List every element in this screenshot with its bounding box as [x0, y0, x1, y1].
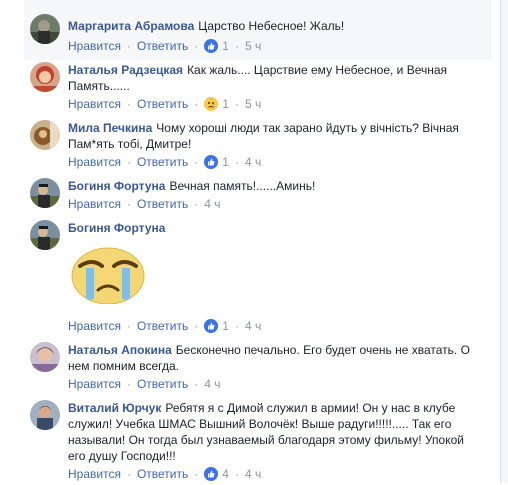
reply-link[interactable]: Ответить	[137, 39, 188, 53]
author-link[interactable]: Виталий Юрчук	[68, 401, 161, 415]
avatar[interactable]	[30, 342, 60, 372]
avatar[interactable]	[30, 220, 60, 250]
reply-link[interactable]: Ответить	[137, 319, 188, 333]
avatar[interactable]	[30, 400, 60, 430]
reply-link[interactable]: Ответить	[137, 97, 188, 111]
comment-actions: Нравится · Ответить · 4 · 4 ч	[68, 467, 262, 481]
like-link[interactable]: Нравится	[68, 97, 121, 111]
author-link[interactable]: Маргарита Абрамова	[68, 19, 194, 33]
comment-text: Царство Небесное! Жаль!	[198, 19, 345, 33]
reply-link[interactable]: Ответить	[137, 377, 188, 391]
like-link[interactable]: Нравится	[68, 197, 121, 211]
thumbs-up-icon[interactable]	[204, 319, 219, 333]
comment-1: Маргарита Абрамова Царство Небесное! Жаль…	[0, 0, 500, 60]
author-link[interactable]: Наталья Апокина	[68, 343, 172, 357]
timestamp[interactable]: 4 ч	[245, 467, 261, 481]
thumbs-up-icon[interactable]	[204, 155, 219, 169]
comment-actions: Нравится · Ответить · 1 · 5 ч	[68, 97, 262, 111]
comment-actions: Нравится · Ответить · 1 · 4 ч	[68, 155, 262, 169]
comment-4: Богиня Фортуна Вечная память!......Аминь!…	[0, 174, 500, 216]
crying-face-sticker	[70, 246, 146, 305]
author-link[interactable]: Наталья Радзецкая	[68, 63, 183, 77]
avatar[interactable]	[30, 14, 60, 44]
avatar[interactable]	[30, 62, 60, 92]
author-link[interactable]: Богиня Фортуна	[68, 179, 165, 193]
reaction-count[interactable]: 1	[222, 319, 229, 333]
timestamp[interactable]: 4 ч	[245, 319, 261, 333]
comment-text: Вечная память!......Аминь!	[169, 179, 316, 193]
author-link[interactable]: Богиня Фортуна	[68, 221, 165, 235]
avatar[interactable]	[30, 178, 60, 208]
comment-actions: Нравится · Ответить · 1 · 5 ч	[68, 39, 262, 53]
scrollbar[interactable]	[501, 0, 508, 483]
like-link[interactable]: Нравится	[68, 377, 121, 391]
comment-body: Виталий Юрчук Ребятя я с Димой служил в а…	[68, 400, 480, 464]
reply-link[interactable]: Ответить	[137, 155, 188, 169]
timestamp[interactable]: 4 ч	[204, 377, 220, 391]
comment-body: Наталья Радзецкая Как жаль.... Царствие е…	[68, 62, 480, 94]
comment-3: Мила Печкина Чому хороші люди так зарано …	[0, 118, 500, 174]
comment-7: Виталий Юрчук Ребятя я с Димой служил в а…	[0, 396, 500, 483]
timestamp[interactable]: 5 ч	[245, 39, 261, 53]
comment-body: Мила Печкина Чому хороші люди так зарано …	[68, 120, 480, 152]
comment-actions: Нравится · Ответить · 4 ч	[68, 377, 221, 391]
timestamp[interactable]: 4 ч	[204, 197, 220, 211]
comment-6: Наталья Апокина Бесконечно печально. Его …	[0, 334, 500, 396]
like-link[interactable]: Нравится	[68, 39, 121, 53]
timestamp[interactable]: 5 ч	[245, 97, 261, 111]
reaction-count[interactable]: 4	[222, 467, 229, 481]
like-link[interactable]: Нравится	[68, 319, 121, 333]
thumbs-up-icon[interactable]	[204, 39, 219, 53]
author-link[interactable]: Мила Печкина	[68, 121, 152, 135]
sad-face-icon[interactable]	[204, 97, 219, 111]
like-link[interactable]: Нравится	[68, 155, 121, 169]
reply-link[interactable]: Ответить	[137, 467, 188, 481]
reaction-count[interactable]: 1	[222, 39, 229, 53]
comment-body: Богиня Фортуна Вечная память!......Аминь!	[68, 178, 480, 194]
comment-actions: Нравится · Ответить · 1 · 4 ч	[68, 319, 262, 333]
reaction-count[interactable]: 1	[222, 155, 229, 169]
comment-2: Наталья Радзецкая Как жаль.... Царствие е…	[0, 60, 500, 118]
timestamp[interactable]: 4 ч	[245, 155, 261, 169]
comment-body: Богиня Фортуна	[68, 220, 480, 236]
comment-body: Наталья Апокина Бесконечно печально. Его …	[68, 342, 480, 374]
like-link[interactable]: Нравится	[68, 467, 121, 481]
reply-link[interactable]: Ответить	[137, 197, 188, 211]
comment-body: Маргарита Абрамова Царство Небесное! Жаль…	[68, 18, 480, 34]
reaction-count[interactable]: 1	[222, 97, 229, 111]
thumbs-up-icon[interactable]	[204, 467, 219, 481]
comment-actions: Нравится · Ответить · 4 ч	[68, 197, 221, 211]
avatar[interactable]	[30, 120, 60, 150]
